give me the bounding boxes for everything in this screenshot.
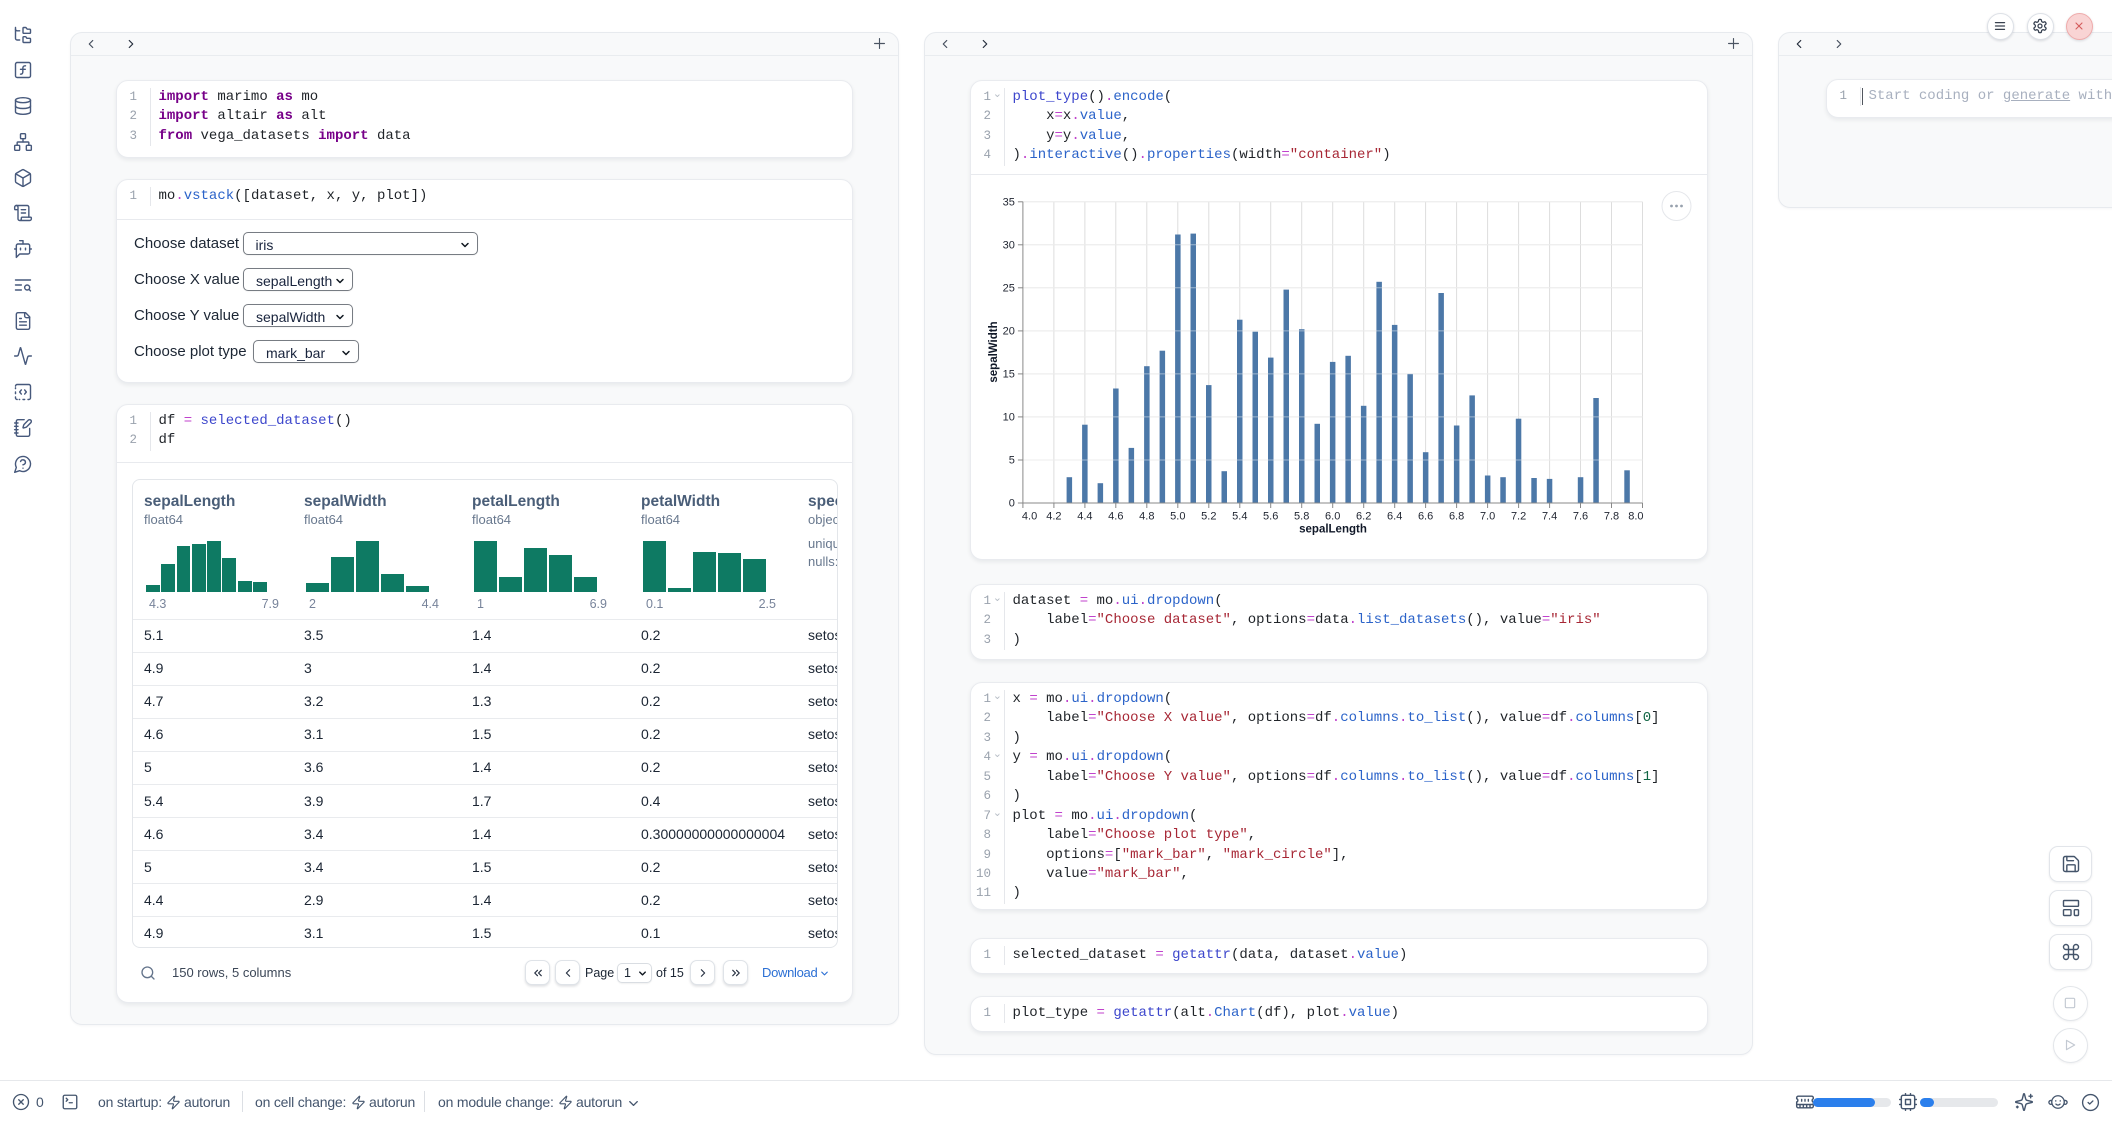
svg-text:30: 30 xyxy=(1003,239,1015,251)
svg-text:10: 10 xyxy=(1003,411,1015,423)
svg-text:7.6: 7.6 xyxy=(1573,511,1588,523)
svg-text:6.4: 6.4 xyxy=(1387,511,1402,523)
svg-text:25: 25 xyxy=(1003,282,1015,294)
svg-text:6.2: 6.2 xyxy=(1356,511,1371,523)
svg-text:4.2: 4.2 xyxy=(1046,511,1061,523)
svg-text:4.8: 4.8 xyxy=(1139,511,1154,523)
svg-text:20: 20 xyxy=(1003,325,1015,337)
svg-text:5.2: 5.2 xyxy=(1201,511,1216,523)
svg-text:5.6: 5.6 xyxy=(1263,511,1278,523)
svg-text:35: 35 xyxy=(1003,196,1015,208)
svg-text:8.0: 8.0 xyxy=(1628,511,1643,523)
svg-text:7.4: 7.4 xyxy=(1542,511,1557,523)
svg-text:0: 0 xyxy=(1009,498,1015,510)
svg-text:4.6: 4.6 xyxy=(1108,511,1123,523)
svg-text:4.4: 4.4 xyxy=(1077,511,1092,523)
svg-text:6.6: 6.6 xyxy=(1418,511,1433,523)
svg-text:5.8: 5.8 xyxy=(1294,511,1309,523)
svg-text:sepalWidth: sepalWidth xyxy=(988,321,1000,382)
svg-text:4.0: 4.0 xyxy=(1022,511,1037,523)
svg-text:7.0: 7.0 xyxy=(1480,511,1495,523)
svg-text:5: 5 xyxy=(1009,455,1015,467)
svg-text:15: 15 xyxy=(1003,368,1015,380)
svg-text:7.8: 7.8 xyxy=(1604,511,1619,523)
svg-text:sepalLength: sepalLength xyxy=(1299,524,1367,536)
svg-text:7.2: 7.2 xyxy=(1511,511,1526,523)
svg-text:6.0: 6.0 xyxy=(1325,511,1340,523)
svg-text:5.0: 5.0 xyxy=(1170,511,1185,523)
svg-text:5.4: 5.4 xyxy=(1232,511,1247,523)
svg-text:6.8: 6.8 xyxy=(1449,511,1464,523)
